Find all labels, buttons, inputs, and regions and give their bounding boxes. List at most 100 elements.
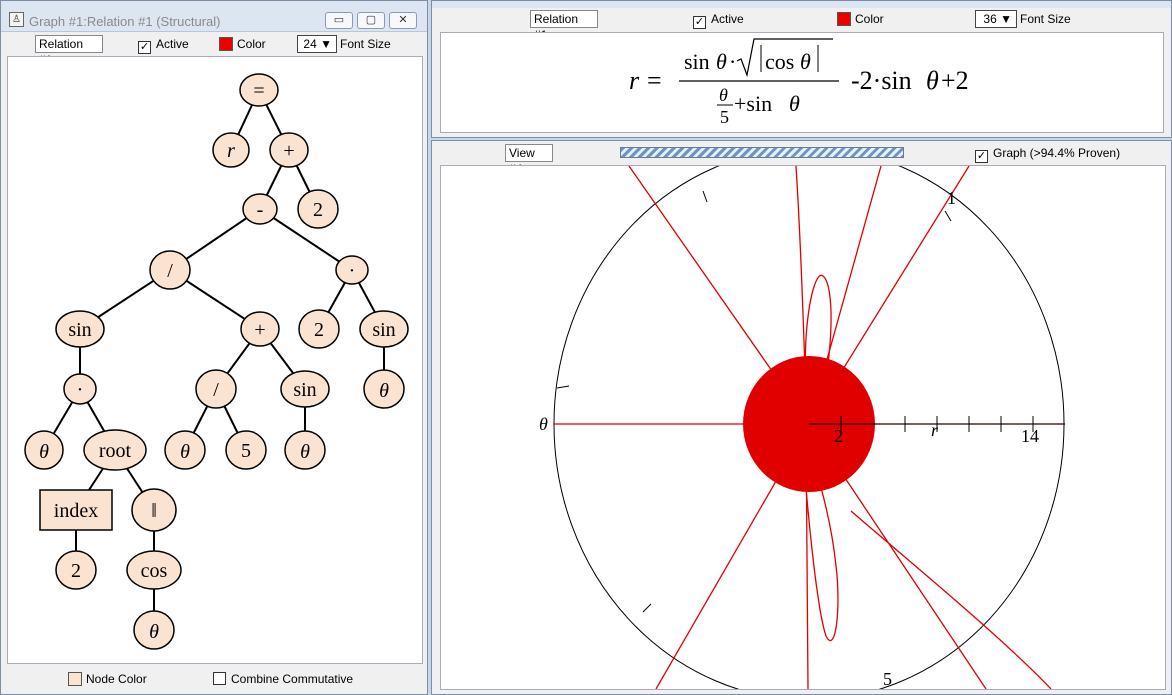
font-size-label: Font Size	[340, 37, 391, 51]
font-size-value: 36	[983, 12, 997, 26]
color-swatch	[837, 12, 851, 26]
left-toolbar: Relation #1 ✓ Active Color 24 ▼ Font Size	[7, 33, 423, 67]
active-checkbox[interactable]: ✓ Active	[693, 11, 744, 29]
label-minus: -	[257, 199, 264, 221]
checkmark-icon: ✓	[138, 41, 151, 54]
label-sin-right: sin	[372, 319, 395, 341]
close-button[interactable]: ✕	[389, 12, 417, 29]
label-root: root	[99, 440, 132, 462]
font-size-label: Font Size	[1020, 12, 1071, 26]
label-equals: =	[253, 80, 264, 102]
combine-label: Combine Commutative	[231, 672, 354, 686]
color-picker[interactable]: Color	[837, 11, 884, 28]
node-color-label: Node Color	[86, 672, 147, 686]
label-two-mid: 2	[314, 319, 324, 341]
label-cos: cos	[141, 560, 168, 582]
label-theta-cos: θ	[149, 621, 159, 643]
expression-tree: = r + - 2 / · sin + 2 sin · / sin θ θ ro…	[24, 73, 409, 650]
dropdown-arrow-icon: ▼	[320, 37, 332, 51]
denominator-sin-theta: θ	[789, 91, 800, 116]
font-size-dropdown[interactable]: 24 ▼	[297, 35, 337, 53]
lower-right-curve	[850, 510, 1052, 689]
label-abs: ‖	[151, 500, 157, 522]
graph-label: Graph (>94.4% Proven)	[993, 146, 1121, 160]
graph-canvas[interactable]: θ 2 r 14 1 5	[440, 165, 1166, 690]
denominator-five: 5	[720, 107, 729, 127]
label-theta-mid: θ	[180, 441, 190, 463]
minimize-button[interactable]: ▭	[325, 12, 353, 29]
checkmark-icon: ✓	[693, 16, 706, 29]
checkmark-icon: ✓	[975, 150, 988, 163]
color-label: Color	[855, 12, 884, 26]
label-five: 5	[883, 669, 892, 689]
numerator-cos: cos	[765, 49, 794, 74]
active-checkbox[interactable]: ✓ Active	[138, 36, 189, 54]
numerator-cos-theta: θ	[800, 49, 811, 74]
window-title: Graph #1:Relation #1 (Structural)	[29, 14, 221, 29]
label-two: 2	[834, 426, 843, 446]
left-footer: Node Color Combine Commutative	[7, 668, 423, 690]
label-times-right: ·	[349, 260, 356, 282]
label-sin-left: sin	[68, 319, 91, 341]
graph-toolbar: View #4 ✓ Graph (>94.4% Proven)	[432, 142, 1171, 176]
node-color-swatch	[68, 672, 82, 686]
label-plus-mid: +	[254, 319, 265, 341]
label-sin-mid: sin	[293, 379, 316, 401]
label-r: r	[931, 420, 939, 440]
maximize-button[interactable]: ▢	[357, 12, 385, 29]
dropdown-arrow-icon: ▼	[1000, 12, 1012, 26]
denominator-theta: θ	[719, 85, 728, 105]
graph-checkbox[interactable]: ✓ Graph (>94.4% Proven)	[975, 145, 1120, 163]
label-r: r	[227, 140, 235, 162]
label-theta: θ	[539, 414, 548, 434]
formula-tail-plus2: +2	[941, 66, 969, 95]
formula-tail: -2·sin	[851, 66, 912, 95]
structural-graph-window: ♙ Graph #1:Relation #1 (Structural) ▭ ▢ …	[0, 0, 428, 695]
relation-name-field[interactable]: Relation #1	[530, 10, 598, 42]
tree-edges	[43, 89, 385, 630]
label-times-left: ·	[77, 379, 84, 401]
formula-lhs: r	[629, 66, 640, 95]
formula-tail-theta: θ	[926, 66, 939, 95]
title-bar[interactable]: ♙ Graph #1:Relation #1 (Structural) ▭ ▢ …	[1, 1, 427, 32]
numerator-dot: ·	[729, 49, 736, 74]
font-size-value: 24	[303, 37, 317, 51]
label-theta-left: θ	[39, 441, 49, 463]
denominator-plus-sin: +sin	[734, 91, 772, 116]
proof-progress-bar	[620, 147, 904, 158]
label-five: 5	[241, 440, 251, 462]
expression-tree-canvas[interactable]: = r + - 2 / · sin + 2 sin · / sin θ θ ro…	[7, 56, 423, 664]
view-name-field[interactable]: View #4	[505, 144, 553, 176]
color-picker[interactable]: Color	[219, 36, 266, 53]
formula-toolbar: Relation #1 ✓ Active Color 36 ▼ Font Size	[432, 8, 1171, 42]
active-label: Active	[156, 37, 189, 51]
title-bar-strip[interactable]	[432, 1, 1171, 8]
label-fourteen: 14	[1021, 426, 1039, 446]
numerator-sin: sin	[684, 49, 710, 74]
graph-view-window: View #4 ✓ Graph (>94.4% Proven)	[431, 140, 1172, 695]
label-plus-top: +	[283, 140, 294, 162]
color-swatch	[219, 37, 233, 51]
combine-commutative-checkbox[interactable]: Combine Commutative	[213, 671, 353, 688]
color-label: Color	[237, 37, 266, 51]
formula-equals: =	[647, 66, 662, 95]
relation-name-field[interactable]: Relation #1	[35, 35, 103, 67]
label-two-index: 2	[71, 560, 81, 582]
polar-plot: θ 2 r 14 1 5	[539, 166, 1065, 689]
label-divide-top: /	[167, 260, 173, 282]
formula-canvas[interactable]: r = sin θ · cos θ θ 5 +sin θ -2·sin θ +2	[440, 32, 1164, 133]
active-label: Active	[711, 12, 744, 26]
formula-display: r = sin θ · cos θ θ 5 +sin θ -2·sin θ +2	[629, 38, 969, 127]
label-one: 1	[947, 188, 956, 208]
app-icon[interactable]: ♙	[9, 12, 24, 27]
label-index: index	[54, 500, 98, 522]
label-divide-mid: /	[213, 379, 219, 401]
formula-window: Relation #1 ✓ Active Color 36 ▼ Font Size…	[431, 0, 1172, 138]
label-two-top: 2	[313, 199, 323, 221]
font-size-dropdown[interactable]: 36 ▼	[975, 10, 1017, 28]
tree-nodes	[24, 73, 409, 650]
checkbox-box	[213, 672, 226, 685]
node-color-picker[interactable]: Node Color	[68, 671, 147, 688]
label-theta-sin: θ	[300, 441, 310, 463]
label-theta-right: θ	[379, 380, 389, 402]
